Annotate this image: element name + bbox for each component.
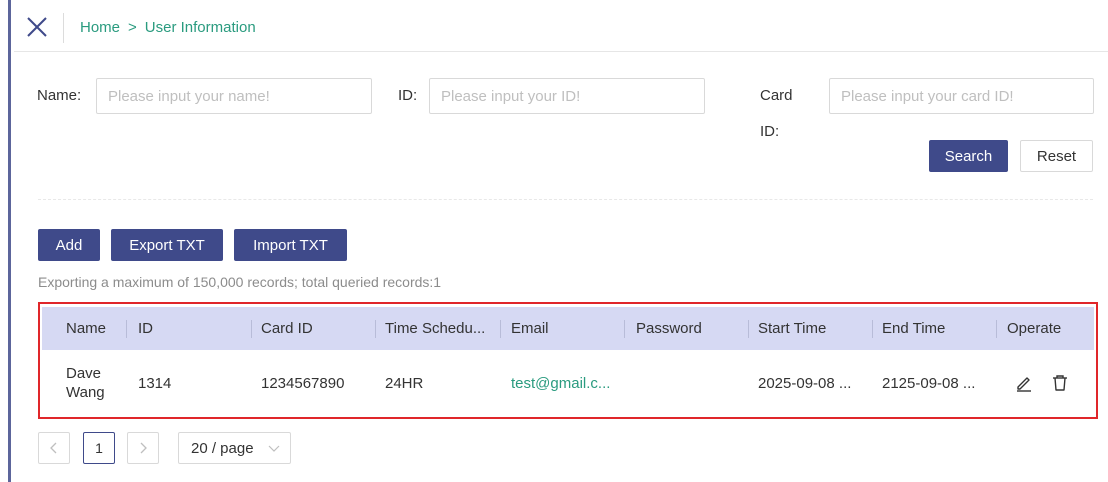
header-separator [251,320,252,338]
trash-icon[interactable] [1050,373,1070,393]
header-operate: Operate [1007,320,1062,337]
user-table: Name ID Card ID Time Schedu... Email Pas… [38,302,1098,419]
cell-name: Dave Wang [66,350,105,416]
table-row: Dave Wang 1314 1234567890 24HR test@gmai… [42,350,1094,416]
chevron-right-icon [140,442,147,454]
name-input[interactable] [96,78,372,114]
card-id-label: Card ID: [760,87,793,140]
header-name: Name [66,320,107,337]
header-id: ID [138,320,153,337]
top-bar: Home > User Information [14,0,1108,52]
next-page-button[interactable] [127,432,159,464]
search-button[interactable]: Search [929,140,1008,172]
cell-name-last: Wang [66,384,105,401]
breadcrumb-home[interactable]: Home [80,19,120,36]
cell-card-id: 1234567890 [261,374,345,392]
prev-page-button[interactable] [38,432,70,464]
header-separator [126,320,127,338]
add-button[interactable]: Add [38,229,100,261]
name-label: Name: [37,87,82,104]
import-txt-button[interactable]: Import TXT [234,229,347,261]
header-time-schedule: Time Schedu... [385,320,486,337]
cell-name-first: Dave [66,365,102,382]
header-email: Email [511,320,549,337]
cell-end-time: 2125-09-08 ... [882,374,976,392]
header-separator [375,320,376,338]
topbar-divider [63,13,64,43]
page-1-button[interactable]: 1 [83,432,115,464]
cell-email: test@gmail.c... [511,374,611,392]
page-size-select[interactable]: 20 / page [178,432,291,464]
breadcrumb-separator: > [128,19,137,36]
chevron-down-icon [268,445,280,452]
header-separator [748,320,749,338]
chevron-left-icon [50,442,57,454]
card-id-input[interactable] [829,78,1094,114]
edit-icon[interactable] [1014,373,1034,393]
cell-start-time: 2025-09-08 ... [758,374,852,392]
cell-time-schedule: 24HR [385,374,424,392]
breadcrumb: Home > User Information [80,19,256,36]
header-end-time: End Time [882,320,946,337]
table-header: Name ID Card ID Time Schedu... Email Pas… [42,307,1094,350]
id-input[interactable] [429,78,705,114]
header-separator [996,320,997,338]
section-divider [38,199,1093,200]
reset-button[interactable]: Reset [1020,140,1093,172]
page-size-value: 20 / page [191,439,254,457]
header-password: Password [636,320,702,337]
left-rail [8,0,11,482]
header-separator [500,320,501,338]
header-separator [872,320,873,338]
header-start-time: Start Time [758,320,827,337]
header-card-id: Card ID [261,320,313,337]
cell-id: 1314 [138,374,172,392]
id-label: ID: [398,87,418,104]
breadcrumb-current: User Information [144,19,256,36]
close-icon[interactable] [26,16,48,38]
header-separator [624,320,625,338]
export-txt-button[interactable]: Export TXT [111,229,223,261]
export-note: Exporting a maximum of 150,000 records; … [38,274,442,290]
